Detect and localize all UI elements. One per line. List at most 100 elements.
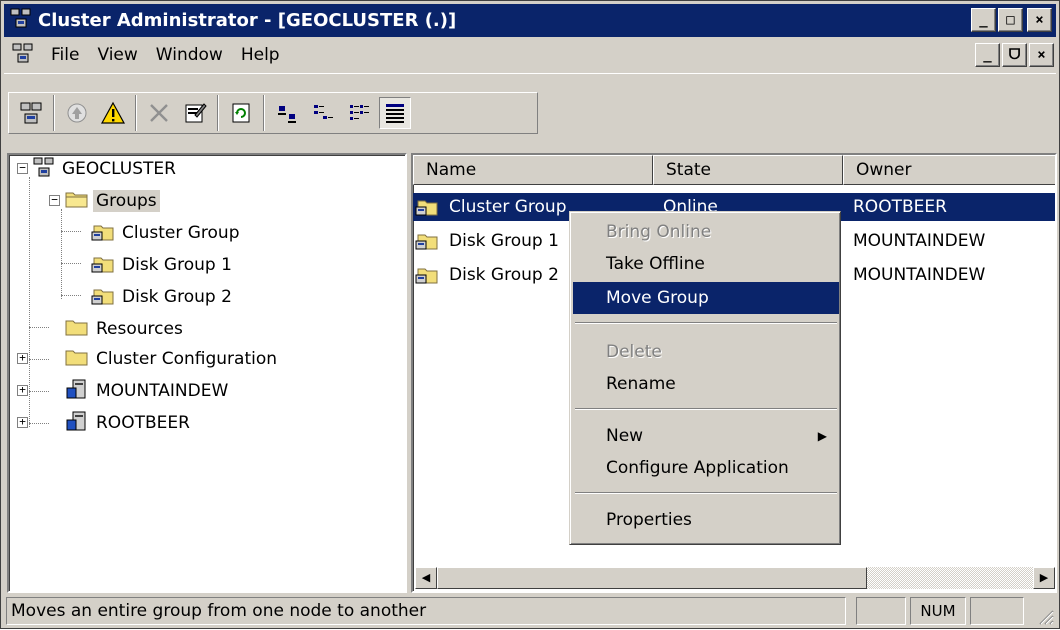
tree-item-label: Groups	[93, 190, 160, 212]
expand-toggle[interactable]: +	[17, 416, 28, 428]
row-owner: ROOTBEER	[853, 197, 947, 217]
minimize-button[interactable]: _	[971, 8, 996, 32]
title-bar[interactable]: Cluster Administrator - [GEOCLUSTER (.)]…	[4, 4, 1056, 37]
menu-item-new-label: New	[606, 426, 644, 446]
list-view-icon[interactable]	[343, 97, 375, 129]
status-panel	[970, 597, 1024, 625]
row-owner: MOUNTAINDEW	[853, 231, 986, 251]
collapse-toggle[interactable]: −	[49, 194, 60, 206]
properties-icon[interactable]	[179, 97, 211, 129]
scroll-right-button[interactable]: ▶	[1033, 567, 1055, 589]
tree-item-resources[interactable]: Resources	[65, 315, 186, 343]
group-icon	[91, 284, 115, 311]
maximize-button[interactable]: □	[998, 8, 1023, 32]
context-menu: Bring Online Take Offline Move Group Del…	[569, 211, 841, 545]
menu-item-rename[interactable]: Rename	[573, 368, 839, 400]
tree-item-cluster-group[interactable]: Cluster Group	[91, 219, 243, 247]
expand-toggle[interactable]: +	[17, 352, 28, 364]
row-name: Disk Group 2	[449, 265, 559, 285]
child-restore-button[interactable]: ᗜ	[1002, 43, 1027, 67]
delete-icon[interactable]	[143, 97, 175, 129]
status-panel	[856, 597, 906, 625]
tree-item-label: Cluster Group	[122, 223, 240, 243]
tree-item-mountaindew[interactable]: MOUNTAINDEW	[65, 377, 231, 405]
server-node-icon	[65, 410, 89, 437]
row-owner: MOUNTAINDEW	[853, 265, 986, 285]
tree-item-disk-group-2[interactable]: Disk Group 2	[91, 283, 235, 311]
small-icons-view-icon[interactable]	[307, 97, 339, 129]
tree-item-label: Resources	[96, 319, 183, 339]
menu-item-take-offline[interactable]: Take Offline	[573, 248, 839, 280]
resize-grip-icon[interactable]	[1036, 607, 1054, 625]
status-bar: Moves an entire group from one node to a…	[4, 595, 1056, 627]
status-text: Moves an entire group from one node to a…	[6, 597, 846, 625]
tree-item-label: GEOCLUSTER	[62, 159, 176, 179]
child-minimize-button[interactable]: _	[975, 43, 1000, 67]
menu-item-delete[interactable]: Delete	[573, 336, 839, 368]
tree-item-geocluster[interactable]: GEOCLUSTER	[33, 155, 179, 183]
toolbar-separator	[135, 95, 137, 131]
horizontal-scrollbar[interactable]: ◀ ▶	[415, 567, 1055, 589]
menu-window[interactable]: Window	[147, 43, 232, 67]
tree-pane[interactable]: − GEOCLUSTER − Groups Cluster Group Disk…	[7, 153, 407, 593]
menu-item-properties[interactable]: Properties	[573, 504, 839, 536]
submenu-arrow-icon: ▶	[817, 429, 827, 443]
tree-connector	[29, 177, 30, 427]
folder-icon	[65, 347, 89, 372]
cluster-icon[interactable]	[15, 97, 47, 129]
child-close-button[interactable]: ×	[1029, 43, 1054, 67]
tree-item-label: ROOTBEER	[96, 413, 190, 433]
server-node-icon	[65, 378, 89, 405]
tree-item-label: Disk Group 1	[122, 255, 232, 275]
group-icon	[415, 229, 439, 257]
tree-item-cluster-configuration[interactable]: Cluster Configuration	[65, 345, 280, 373]
refresh-icon[interactable]	[225, 97, 257, 129]
mdi-child-icon[interactable]	[12, 43, 34, 68]
scroll-thumb[interactable]	[437, 567, 867, 589]
folder-open-icon	[65, 189, 89, 214]
large-icons-view-icon[interactable]	[271, 97, 303, 129]
tree-connector	[29, 391, 49, 392]
menu-bar: File View Window Help _ ᗜ ×	[4, 39, 1056, 71]
cluster-admin-app-icon[interactable]	[10, 8, 32, 33]
tree-item-disk-group-1[interactable]: Disk Group 1	[91, 251, 235, 279]
row-name: Cluster Group	[449, 197, 567, 217]
cluster-administrator-window: Cluster Administrator - [GEOCLUSTER (.)]…	[0, 0, 1060, 629]
tree-item-label: Cluster Configuration	[96, 349, 278, 369]
folder-icon	[65, 317, 89, 342]
tree-connector	[61, 295, 81, 296]
expand-toggle[interactable]: +	[17, 384, 28, 396]
menu-file[interactable]: File	[42, 43, 88, 67]
menu-item-new[interactable]: New ▶	[573, 420, 839, 452]
menu-separator	[575, 322, 837, 324]
scroll-left-button[interactable]: ◀	[415, 567, 437, 589]
window-title: Cluster Administrator - [GEOCLUSTER (.)]	[38, 10, 457, 31]
group-icon	[415, 195, 439, 223]
toolbar	[4, 73, 1056, 149]
close-button[interactable]: ×	[1027, 8, 1052, 32]
menu-item-bring-online[interactable]: Bring Online	[573, 216, 839, 248]
collapse-toggle[interactable]: −	[17, 162, 28, 174]
column-header-owner[interactable]: Owner	[843, 155, 1055, 185]
group-icon	[91, 220, 115, 247]
menu-help[interactable]: Help	[232, 43, 289, 67]
tree-connector	[61, 209, 62, 299]
tree-connector	[61, 263, 81, 264]
column-header-name[interactable]: Name	[413, 155, 653, 185]
column-headers: Name State Owner	[413, 155, 1055, 185]
bring-online-icon[interactable]	[61, 97, 93, 129]
tree-item-label: Disk Group 2	[122, 287, 232, 307]
warning-icon[interactable]	[97, 97, 129, 129]
menu-item-configure-application[interactable]: Configure Application	[573, 452, 839, 484]
toolbar-separator	[263, 95, 265, 131]
column-header-state[interactable]: State	[653, 155, 843, 185]
row-name: Disk Group 1	[449, 231, 559, 251]
menu-view[interactable]: View	[88, 43, 146, 67]
toolbar-band	[8, 92, 538, 134]
menu-item-move-group[interactable]: Move Group	[573, 282, 839, 314]
tree-item-rootbeer[interactable]: ROOTBEER	[65, 409, 193, 437]
tree-item-groups[interactable]: Groups	[65, 187, 160, 215]
toolbar-separator	[217, 95, 219, 131]
details-view-icon[interactable]	[379, 97, 411, 129]
group-icon	[415, 263, 439, 291]
